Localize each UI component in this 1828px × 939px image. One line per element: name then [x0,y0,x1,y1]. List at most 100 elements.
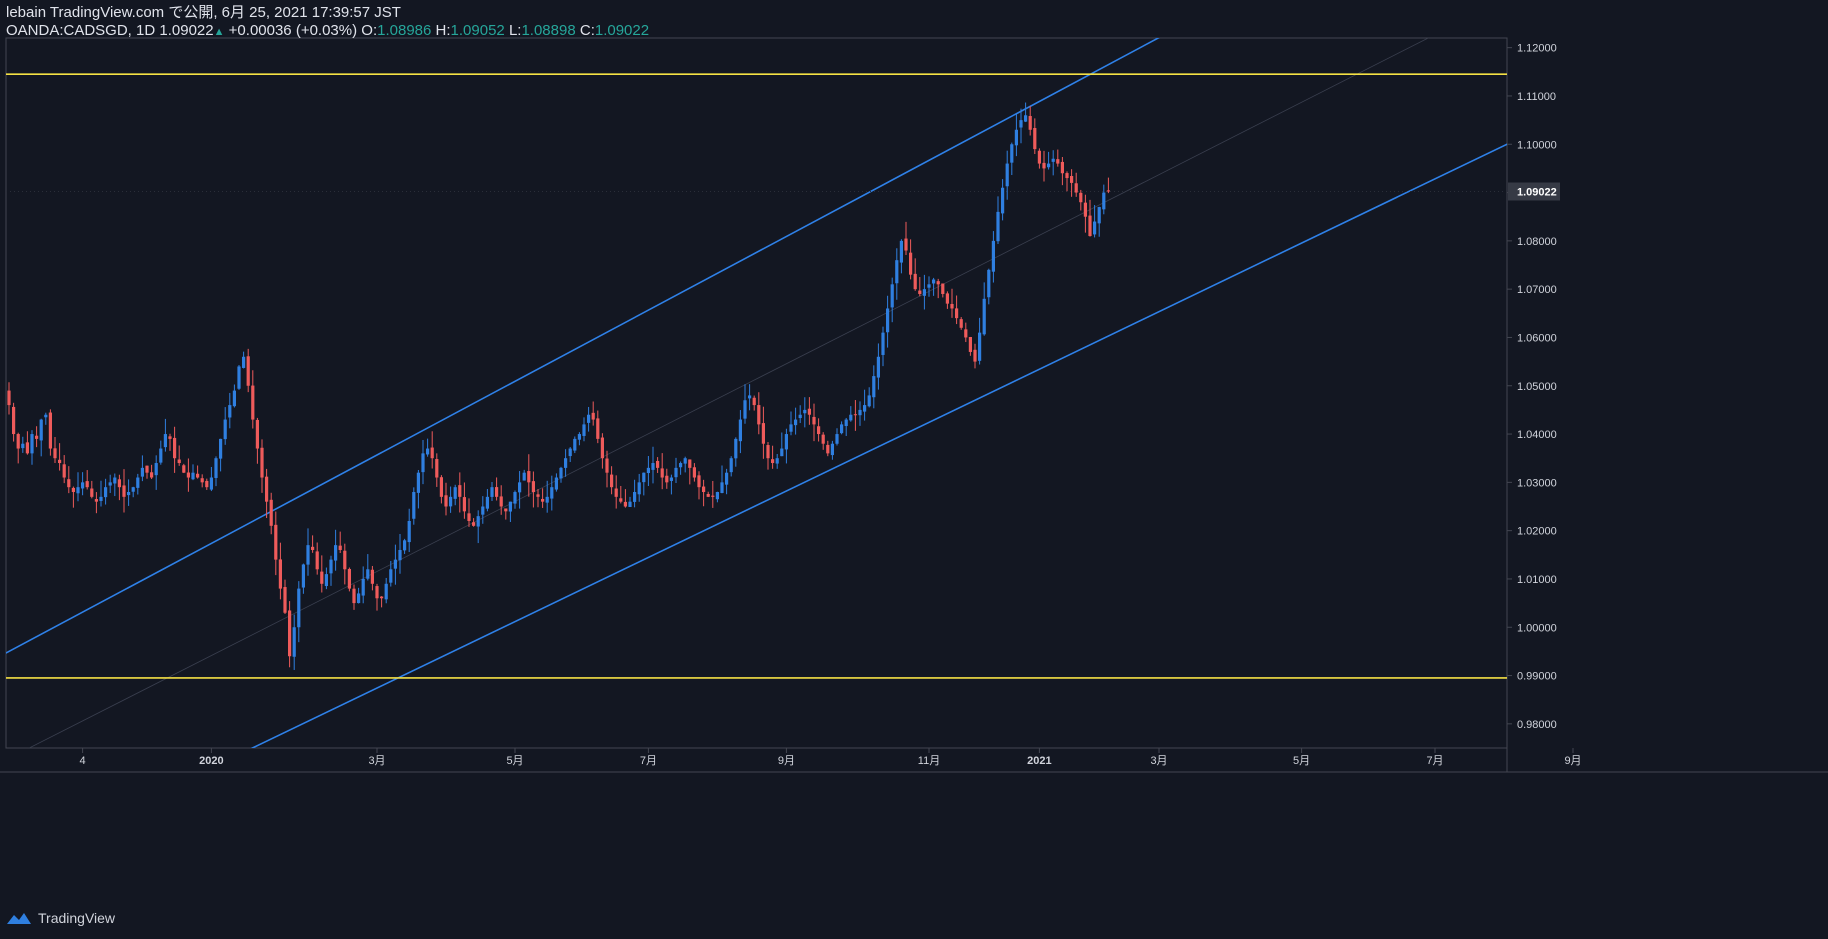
candle-body [1060,161,1064,174]
candle-body [398,549,402,561]
candle-body [439,477,443,497]
candle-body [978,332,982,361]
candle-body [12,406,16,435]
candle-body [48,412,52,449]
candle-body [1088,215,1092,237]
candle-body [444,495,448,507]
tradingview-branding[interactable]: TradingView [6,910,115,926]
candle-body [623,501,627,507]
candle-body [568,448,572,457]
candle-body [522,472,526,481]
candle-body [817,426,821,435]
y-tick-label: 1.03000 [1517,477,1557,489]
candle-body [536,494,540,497]
candle-body [679,463,683,468]
candle-body [338,545,342,550]
candle-body [485,496,489,509]
candle-body [85,481,89,488]
y-tick-label: 1.08000 [1517,236,1557,248]
candle-body [527,471,531,483]
x-tick-label: 3月 [368,755,385,767]
candle-body [347,568,351,589]
candle-body [550,487,554,499]
candle-body [481,506,485,515]
candle-body [421,453,425,473]
candle-body [508,501,512,512]
candle-body [1010,144,1014,163]
candle-body [564,458,568,468]
candle-body [807,408,811,415]
candle-body [881,332,885,355]
candle-body [380,596,384,599]
candle-body [711,495,715,497]
candle-body [292,627,296,657]
candle-body [58,459,62,464]
open-label: O: [361,22,378,39]
candle-body [651,463,655,470]
candle-body [246,356,250,386]
candle-body [265,476,269,502]
x-tick-label: 3月 [1150,755,1167,767]
candle-body [771,459,775,464]
candle-body [840,424,844,434]
x-tick-label: 2020 [199,755,223,767]
candle-body [426,448,430,455]
price-chart[interactable]: 0.98000 0.99000 1.00000 1.01000 1.02000 1.030… [0,0,1828,939]
candle-body [242,356,246,368]
x-tick-label: 7月 [640,755,657,767]
candle-body [1019,120,1023,128]
candle-body [163,434,167,448]
candle-body [803,409,807,414]
candle-body [725,472,729,485]
candle-body [821,434,825,444]
candle-body [306,545,310,565]
candle-body [127,492,131,496]
candle-body [352,588,356,604]
candle-body [154,463,158,476]
candle-body [899,240,903,263]
candle-body [660,468,664,478]
candle-body [472,522,476,526]
candle-body [633,492,637,502]
candle-body [407,520,411,543]
x-tick-label: 7月 [1426,755,1443,767]
low-value: 1.08898 [521,22,576,39]
candle-body [495,487,499,497]
candle-body [918,290,922,294]
candle-body [393,559,397,569]
candle-body [876,356,880,378]
candle-body [117,479,121,488]
candle-body [775,458,779,464]
candle-body [1005,163,1009,187]
candle-body [196,473,200,478]
price-change: +0.00036 (+0.03%) [228,22,358,39]
candle-body [283,587,287,613]
candle-body [288,610,292,657]
candle-body [738,419,742,442]
up-arrow-icon: ▲ [213,26,225,38]
candle-body [922,289,926,296]
candle-body [674,467,678,478]
candle-body [458,485,462,497]
candle-body [628,501,632,507]
candle-body [1014,129,1018,146]
candle-body [541,498,545,502]
y-tick-label: 1.05000 [1517,381,1557,393]
chart-header: lebain TradingView.com で公開, 6月 25, 2021 … [6,4,649,41]
candle-body [605,458,609,473]
candle-body [7,390,11,406]
candle-body [637,482,641,495]
candle-body [35,435,39,439]
candle-body [104,487,108,498]
candle-body [384,583,388,600]
candle-body [531,481,535,493]
candle-body [81,482,85,489]
candle-body [476,516,480,527]
candle-body [734,438,738,459]
candle-body [389,569,393,583]
candle-body [743,400,747,419]
candle-body [71,487,75,493]
candle-body [334,545,338,561]
candle-body [619,498,623,502]
candle-body [320,571,324,584]
